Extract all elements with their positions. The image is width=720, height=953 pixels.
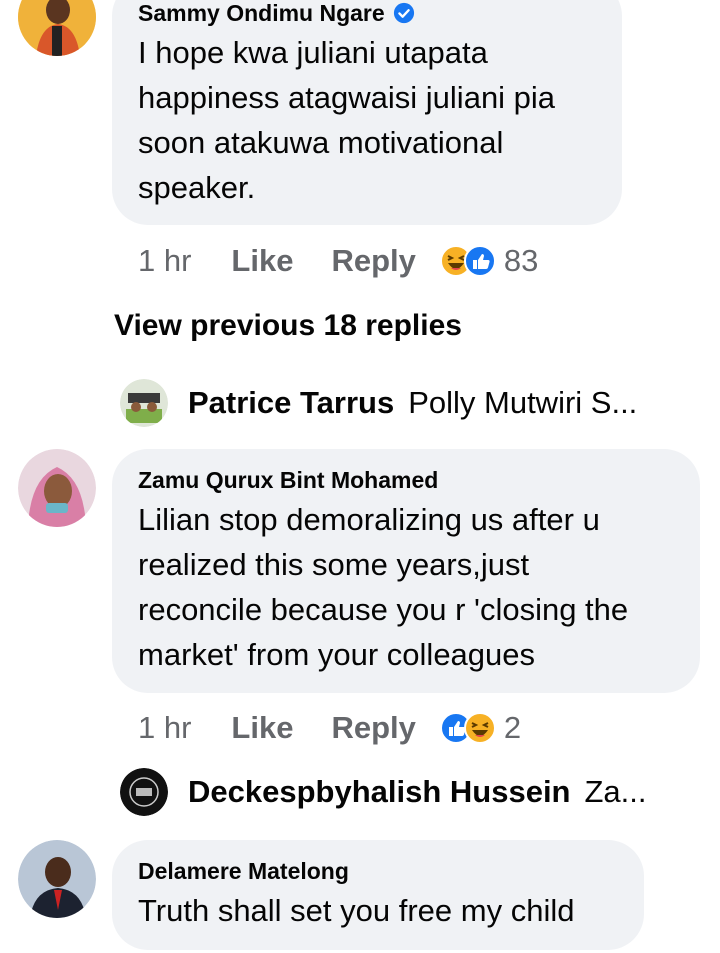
like-reaction-icon <box>463 245 496 277</box>
comment-actions: 1 hr Like Reply 83 <box>138 241 538 281</box>
author-name[interactable]: Delamere Matelong <box>138 856 349 886</box>
comment-line: Truth shall set you free my child <box>138 893 575 928</box>
author-name[interactable]: Sammy Ondimu Ngare <box>138 0 385 28</box>
comment-text: I hope kwa juliani utapata happiness ata… <box>138 30 598 210</box>
avatar-sammy[interactable] <box>18 0 96 56</box>
person-photo-icon <box>18 449 96 527</box>
person-photo-icon <box>120 379 168 427</box>
person-photo-icon <box>18 0 96 56</box>
avatar-patrice[interactable] <box>120 379 168 427</box>
comment-author[interactable]: Delamere Matelong <box>138 856 620 886</box>
comment-line: realized this some years,just <box>138 547 530 582</box>
haha-reaction-icon <box>463 712 496 744</box>
view-previous-replies-link[interactable]: View previous 18 replies <box>114 309 462 343</box>
comment-line: happiness atagwaisi juliani pia <box>138 80 556 115</box>
reply-author-name[interactable]: Deckespbyhalish Hussein <box>188 774 571 810</box>
comment-author[interactable]: Zamu Qurux Bint Mohamed <box>138 465 676 495</box>
comment-text: Truth shall set you free my child <box>138 888 620 933</box>
reaction-summary[interactable]: 83 <box>439 243 539 279</box>
reply-preview-text: Za... <box>584 774 647 809</box>
avatar-delamere[interactable] <box>18 840 96 918</box>
verified-badge-icon <box>393 2 414 24</box>
comment-line: speaker. <box>138 170 256 205</box>
reply-preview-text: Polly Mutwiri S... <box>408 385 638 420</box>
reply-preview[interactable]: Deckespbyhalish Hussein Za... <box>120 768 680 816</box>
comment-line: market' from your colleagues <box>138 637 536 672</box>
comment-author[interactable]: Sammy Ondimu Ngare <box>138 0 598 28</box>
avatar-zamu[interactable] <box>18 449 96 527</box>
reaction-summary[interactable]: 2 <box>439 710 522 746</box>
author-name[interactable]: Zamu Qurux Bint Mohamed <box>138 465 438 495</box>
avatar-deckespbyhalish[interactable] <box>120 768 168 816</box>
like-button[interactable]: Like <box>231 243 293 279</box>
comment-bubble: Delamere Matelong Truth shall set you fr… <box>112 840 644 950</box>
comment-line: reconcile because you r 'closing the <box>138 592 629 627</box>
comment-timestamp[interactable]: 1 hr <box>138 243 191 279</box>
comment-line: Lilian stop demoralizing us after u <box>138 502 600 537</box>
comment-timestamp[interactable]: 1 hr <box>138 710 191 746</box>
comment-text: Lilian stop demoralizing us after u real… <box>138 497 676 677</box>
reply-button[interactable]: Reply <box>331 243 415 279</box>
reply-preview[interactable]: Patrice Tarrus Polly Mutwiri S... <box>120 379 680 427</box>
comment-bubble: Zamu Qurux Bint Mohamed Lilian stop demo… <box>112 449 700 693</box>
comment-bubble: Sammy Ondimu Ngare I hope kwa juliani ut… <box>112 0 622 225</box>
reply-button[interactable]: Reply <box>331 710 415 746</box>
logo-photo-icon <box>120 768 168 816</box>
comment-line: I hope kwa juliani utapata <box>138 35 488 70</box>
reaction-count: 2 <box>503 710 522 745</box>
person-photo-icon <box>18 840 96 918</box>
reaction-count: 83 <box>503 243 539 278</box>
comment-line: soon atakuwa motivational <box>138 125 504 160</box>
reply-author-name[interactable]: Patrice Tarrus <box>188 385 394 421</box>
like-button[interactable]: Like <box>231 710 293 746</box>
comment-actions: 1 hr Like Reply 2 <box>138 708 521 748</box>
